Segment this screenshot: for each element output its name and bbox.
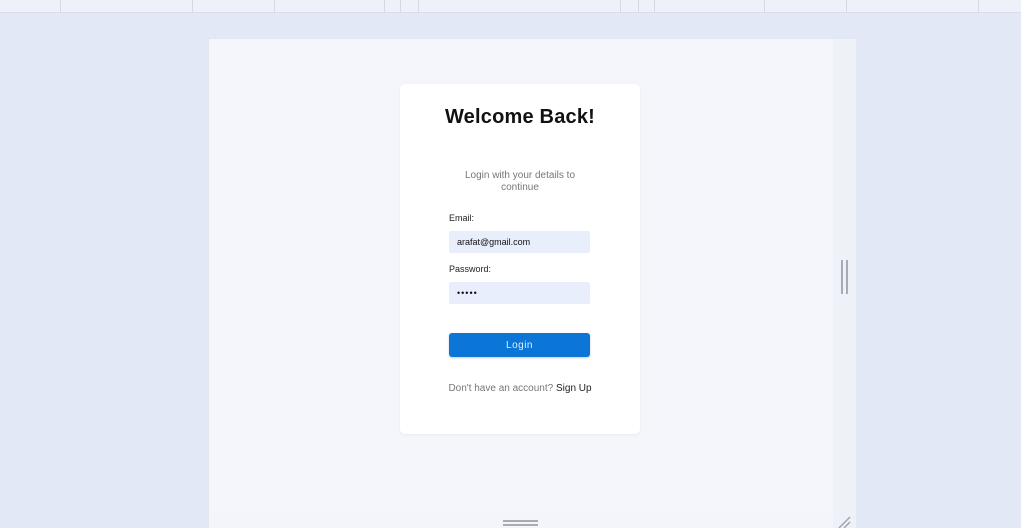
login-card: Welcome Back! Login with your details to…	[400, 84, 640, 434]
login-button[interactable]: Login	[449, 333, 590, 357]
ruler-tick	[192, 0, 193, 13]
ruler-tick	[638, 0, 639, 13]
ruler-tick	[978, 0, 979, 13]
ruler-tick	[384, 0, 385, 13]
login-subtitle: Login with your details to continue	[464, 170, 576, 193]
ruler-tick	[418, 0, 419, 13]
signup-prompt-text: Don't have an account?	[448, 383, 554, 394]
top-ruler	[0, 0, 1021, 13]
resize-corner-icon[interactable]	[837, 515, 851, 528]
ruler-tick	[764, 0, 765, 13]
password-label: Password:	[449, 264, 492, 274]
page-viewport: Welcome Back! Login with your details to…	[209, 39, 833, 513]
ruler-tick	[846, 0, 847, 13]
ruler-tick	[620, 0, 621, 13]
ruler-tick	[274, 0, 275, 13]
signup-link[interactable]: Sign Up	[556, 383, 592, 394]
password-field[interactable]	[449, 282, 590, 304]
email-label: Email:	[449, 213, 475, 223]
ruler-tick	[60, 0, 61, 13]
page-title: Welcome Back!	[444, 106, 596, 128]
responsive-device-frame: Welcome Back! Login with your details to…	[208, 38, 856, 528]
resize-handle-right[interactable]	[841, 260, 848, 294]
email-field[interactable]	[449, 231, 590, 253]
resize-handle-bottom[interactable]	[503, 520, 538, 526]
signup-prompt: Don't have an account? Sign Up	[445, 382, 595, 395]
ruler-tick	[400, 0, 401, 13]
ruler-tick	[654, 0, 655, 13]
